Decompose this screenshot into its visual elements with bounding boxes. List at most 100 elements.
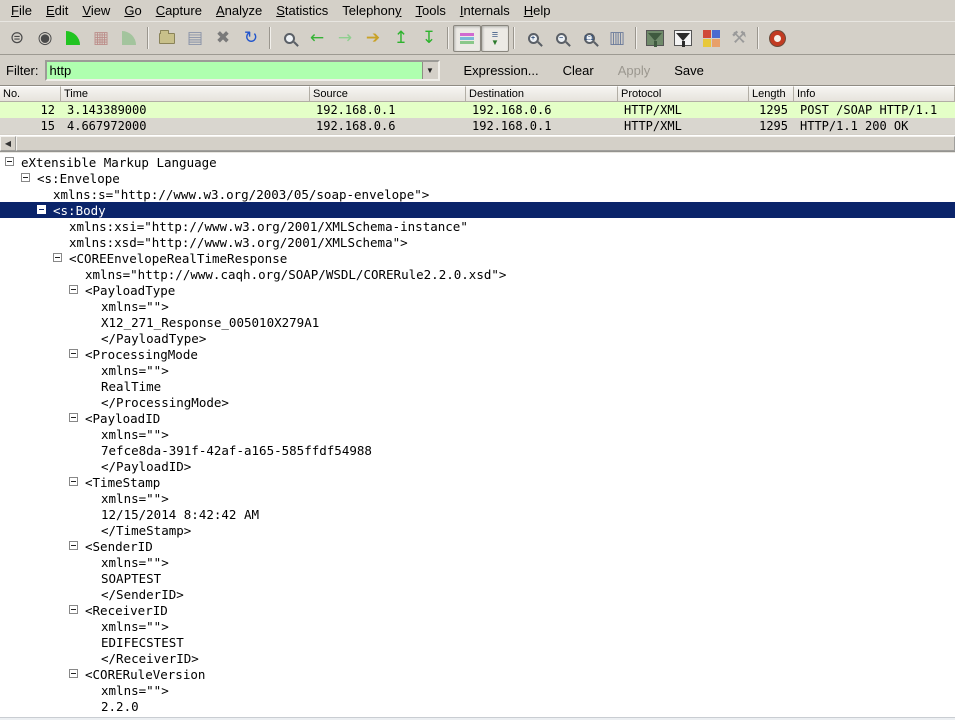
tree-row[interactable]: eXtensible Markup Language	[0, 154, 955, 170]
tree-row[interactable]: xmlns="">	[0, 362, 955, 378]
go-forward-button[interactable]: →	[331, 25, 359, 52]
go-to-bottom-button[interactable]: ↧	[415, 25, 443, 52]
tree-collapse-icon[interactable]	[5, 157, 14, 166]
packet-row[interactable]: 154.667972000192.168.0.6192.168.0.1HTTP/…	[0, 118, 955, 134]
menu-capture[interactable]: Capture	[149, 0, 209, 21]
go-back-button[interactable]: ←	[303, 25, 331, 52]
tree-row[interactable]: X12_271_Response_005010X279A1	[0, 314, 955, 330]
display-filter-button[interactable]	[669, 25, 697, 52]
tree-row[interactable]: xmlns="">	[0, 554, 955, 570]
tree-row[interactable]: xmlns="">	[0, 682, 955, 698]
column-header-destination[interactable]: Destination	[466, 86, 618, 102]
list-interfaces-button[interactable]: ⊜	[3, 25, 31, 52]
tree-row[interactable]: <s:Body	[0, 202, 955, 218]
filter-input[interactable]	[47, 62, 422, 79]
resize-columns-button[interactable]: ▥	[603, 25, 631, 52]
tree-row[interactable]: SOAPTEST	[0, 570, 955, 586]
zoom-in-button[interactable]: +	[519, 25, 547, 52]
stop-capture-button[interactable]: ▦	[87, 25, 115, 52]
column-header-info[interactable]: Info	[794, 86, 955, 102]
filter-dropdown-button[interactable]: ▼	[422, 62, 438, 79]
tree-row[interactable]: </ProcessingMode>	[0, 394, 955, 410]
tree-row[interactable]: 2.2.0	[0, 698, 955, 714]
save-button[interactable]: Save	[664, 58, 714, 83]
help-button[interactable]	[763, 25, 791, 52]
column-header-source[interactable]: Source	[310, 86, 466, 102]
menu-file[interactable]: File	[4, 0, 39, 21]
menu-edit[interactable]: Edit	[39, 0, 75, 21]
reload-file-button[interactable]: ↻	[237, 25, 265, 52]
tree-collapse-icon[interactable]	[69, 349, 78, 358]
menu-tools[interactable]: Tools	[409, 0, 453, 21]
tree-row[interactable]: xmlns="">	[0, 298, 955, 314]
save-file-button[interactable]: ▤	[181, 25, 209, 52]
close-file-button[interactable]: ✖	[209, 25, 237, 52]
tree-row[interactable]: xmlns="">	[0, 426, 955, 442]
column-header-protocol[interactable]: Protocol	[618, 86, 749, 102]
menu-statistics[interactable]: Statistics	[269, 0, 335, 21]
column-header-length[interactable]: Length	[749, 86, 794, 102]
tree-collapse-icon[interactable]	[53, 253, 62, 262]
tree-row[interactable]: <COREEnvelopeRealTimeResponse	[0, 250, 955, 266]
tree-row[interactable]: </SenderID>	[0, 586, 955, 602]
tree-collapse-icon[interactable]	[69, 605, 78, 614]
restart-capture-button[interactable]	[115, 25, 143, 52]
tree-row[interactable]: <CORERuleVersion	[0, 666, 955, 682]
tree-row[interactable]: </PayloadID>	[0, 458, 955, 474]
preferences-button[interactable]: ⚒	[725, 25, 753, 52]
menu-go[interactable]: Go	[117, 0, 148, 21]
tree-row[interactable]: xmlns:s="http://www.w3.org/2003/05/soap-…	[0, 186, 955, 202]
colorize-list-button[interactable]	[453, 25, 481, 52]
coloring-rules-button[interactable]	[697, 25, 725, 52]
tree-row[interactable]: <ReceiverID	[0, 602, 955, 618]
go-to-top-button[interactable]: ↥	[387, 25, 415, 52]
tree-row[interactable]: xmlns="">	[0, 618, 955, 634]
tree-row[interactable]: EDIFECSTEST	[0, 634, 955, 650]
tree-row[interactable]: <SenderID	[0, 538, 955, 554]
menu-internals[interactable]: Internals	[453, 0, 517, 21]
tree-row[interactable]: xmlns="http://www.caqh.org/SOAP/WSDL/COR…	[0, 266, 955, 282]
menu-help[interactable]: Help	[517, 0, 558, 21]
tree-row[interactable]: xmlns="">	[0, 490, 955, 506]
open-file-button[interactable]	[153, 25, 181, 52]
tree-row[interactable]: 7efce8da-391f-42af-a165-585ffdf54988	[0, 442, 955, 458]
tree-collapse-icon[interactable]	[69, 477, 78, 486]
tree-row[interactable]: </TimeStamp>	[0, 522, 955, 538]
menu-view[interactable]: View	[75, 0, 117, 21]
menu-telephony[interactable]: Telephony	[335, 0, 408, 21]
tree-row[interactable]: </PayloadType>	[0, 330, 955, 346]
scrollbar-thumb[interactable]	[16, 136, 955, 151]
packet-row[interactable]: 123.143389000192.168.0.1192.168.0.6HTTP/…	[0, 102, 955, 118]
tree-row[interactable]: <PayloadType	[0, 282, 955, 298]
scroll-left-button[interactable]: ◀	[0, 136, 16, 151]
tree-collapse-icon[interactable]	[69, 413, 78, 422]
tree-row[interactable]: <PayloadID	[0, 410, 955, 426]
zoom-out-button[interactable]: −	[547, 25, 575, 52]
tree-row[interactable]: xmlns:xsd="http://www.w3.org/2001/XMLSch…	[0, 234, 955, 250]
menu-analyze[interactable]: Analyze	[209, 0, 269, 21]
tree-row[interactable]: <ProcessingMode	[0, 346, 955, 362]
tree-row[interactable]: <TimeStamp	[0, 474, 955, 490]
find-packet-button[interactable]	[275, 25, 303, 52]
start-capture-button[interactable]	[59, 25, 87, 52]
column-header-time[interactable]: Time	[61, 86, 310, 102]
tree-collapse-icon[interactable]	[69, 541, 78, 550]
tree-collapse-icon[interactable]	[21, 173, 30, 182]
go-to-packet-button[interactable]: ➔	[359, 25, 387, 52]
tree-row[interactable]: xmlns:xsi="http://www.w3.org/2001/XMLSch…	[0, 218, 955, 234]
column-header-no[interactable]: No.	[0, 86, 61, 102]
capture-filter-button[interactable]	[641, 25, 669, 52]
tree-collapse-icon[interactable]	[69, 669, 78, 678]
horizontal-scrollbar[interactable]: ◀	[0, 135, 955, 151]
tree-collapse-icon[interactable]	[69, 285, 78, 294]
tree-collapse-icon[interactable]	[37, 205, 46, 214]
capture-options-button[interactable]: ◉	[31, 25, 59, 52]
auto-scroll-button[interactable]: ≡▼	[481, 25, 509, 52]
tree-row[interactable]: </ReceiverID>	[0, 650, 955, 666]
tree-row[interactable]: RealTime	[0, 378, 955, 394]
zoom-100-button[interactable]: 1:1	[575, 25, 603, 52]
tree-row[interactable]: <s:Envelope	[0, 170, 955, 186]
expression-button[interactable]: Expression...	[454, 58, 549, 83]
tree-row[interactable]: 12/15/2014 8:42:42 AM	[0, 506, 955, 522]
clear-button[interactable]: Clear	[553, 58, 604, 83]
